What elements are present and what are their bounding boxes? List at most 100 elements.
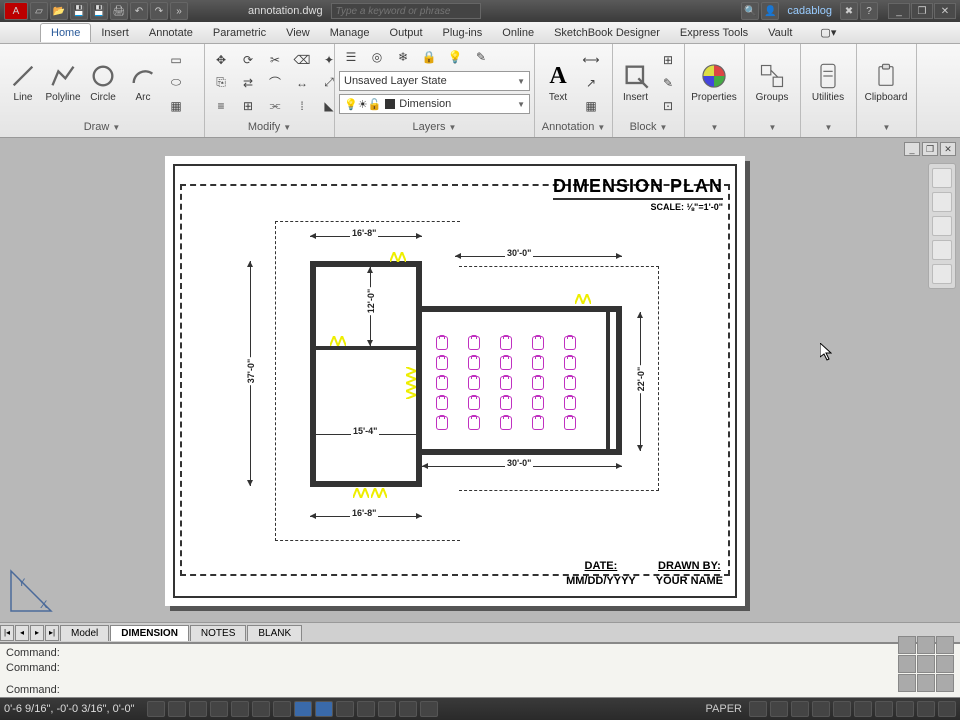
tab-plugins[interactable]: Plug-ins [433, 24, 493, 42]
panel-label-properties[interactable]: ▼ [689, 119, 740, 135]
panel-label-modify[interactable]: Modify▼ [209, 119, 330, 135]
layer-lock-icon[interactable]: 🔒 [417, 46, 441, 68]
wpad-cell[interactable] [917, 655, 935, 673]
layer-off-icon[interactable]: 💡 [443, 46, 467, 68]
status-grid-icon[interactable] [189, 701, 207, 717]
tab-sketchbook[interactable]: SketchBook Designer [544, 24, 670, 42]
stretch-icon[interactable]: ↔ [290, 72, 314, 94]
block-create-icon[interactable]: ⊞ [656, 49, 680, 71]
leader-icon[interactable]: ↗ [579, 72, 603, 94]
fillet-icon[interactable]: ⌒ [263, 72, 287, 94]
wpad-cell[interactable] [917, 636, 935, 654]
qat-saveas-icon[interactable]: 💾 [90, 2, 108, 20]
command-prompt[interactable]: Command: [6, 683, 954, 698]
insert-button[interactable]: Insert [617, 52, 654, 114]
block-edit-icon[interactable]: ✎ [656, 72, 680, 94]
tab-output[interactable]: Output [380, 24, 433, 42]
status-dyn-icon[interactable] [336, 701, 354, 717]
tab-annotate[interactable]: Annotate [139, 24, 203, 42]
panel-label-annotation[interactable]: Annotation▼ [539, 119, 608, 135]
tab-insert[interactable]: Insert [91, 24, 139, 42]
tab-home[interactable]: Home [40, 23, 91, 42]
nav-showmotion-icon[interactable] [932, 264, 952, 284]
status-clean-icon[interactable] [938, 701, 956, 717]
tab-nav-last-icon[interactable]: ▸| [45, 625, 59, 641]
window-minimize-icon[interactable]: _ [888, 3, 910, 19]
search-icon[interactable]: 🔍 [741, 2, 759, 20]
line-button[interactable]: Line [4, 52, 42, 114]
status-osnap-icon[interactable] [252, 701, 270, 717]
doc-restore-icon[interactable]: ❐ [922, 142, 938, 156]
erase-icon[interactable]: ⌫ [290, 49, 314, 71]
space-indicator[interactable]: PAPER [706, 703, 742, 715]
panel-label-groups[interactable]: ▼ [749, 119, 796, 135]
wpad-cell[interactable] [898, 636, 916, 654]
layout-tab-notes[interactable]: NOTES [190, 625, 246, 641]
status-sc-icon[interactable] [420, 701, 438, 717]
offset-icon[interactable]: ≡ [209, 95, 233, 117]
status-ortho-icon[interactable] [210, 701, 228, 717]
window-close-icon[interactable]: ✕ [934, 3, 956, 19]
exchange-icon[interactable]: ✖ [840, 2, 858, 20]
groups-button[interactable]: Groups [749, 52, 795, 114]
qat-plot-icon[interactable]: 🖨 [110, 2, 128, 20]
panel-label-draw[interactable]: Draw▼ [4, 119, 200, 135]
tab-featured[interactable]: ▢▾ [810, 23, 846, 42]
rotate-icon[interactable]: ⟳ [236, 49, 260, 71]
tab-nav-next-icon[interactable]: ▸ [30, 625, 44, 641]
status-annoscale-icon[interactable] [812, 701, 830, 717]
tab-nav-first-icon[interactable]: |◂ [0, 625, 14, 641]
status-tpy-icon[interactable] [378, 701, 396, 717]
block-attr-icon[interactable]: ⊡ [656, 95, 680, 117]
tab-manage[interactable]: Manage [320, 24, 380, 42]
circle-button[interactable]: Circle [84, 52, 122, 114]
panel-label-utilities[interactable]: ▼ [805, 119, 852, 135]
arc-button[interactable]: Arc [124, 52, 162, 114]
status-ws-icon[interactable] [854, 701, 872, 717]
nav-wheel-icon[interactable] [932, 168, 952, 188]
status-qp-icon[interactable] [399, 701, 417, 717]
wpad-cell[interactable] [917, 674, 935, 692]
wpad-cell[interactable] [936, 636, 954, 654]
mirror-icon[interactable]: ⇄ [236, 72, 260, 94]
nav-orbit-icon[interactable] [932, 240, 952, 260]
wpad-cell[interactable] [936, 655, 954, 673]
ellipse-icon[interactable]: ⬭ [164, 72, 188, 94]
status-polar-icon[interactable] [231, 701, 249, 717]
panel-label-clipboard[interactable]: ▼ [861, 119, 912, 135]
trim-icon[interactable]: ✂ [263, 49, 287, 71]
status-otrack-icon[interactable] [294, 701, 312, 717]
panel-label-block[interactable]: Block▼ [617, 119, 680, 135]
status-hw-icon[interactable] [896, 701, 914, 717]
layout-tab-blank[interactable]: BLANK [247, 625, 302, 641]
text-button[interactable]: AText [539, 52, 577, 114]
polyline-button[interactable]: Polyline [44, 52, 82, 114]
signin-icon[interactable]: 👤 [761, 2, 779, 20]
layer-iso-icon[interactable]: ◎ [365, 46, 389, 68]
clipboard-button[interactable]: Clipboard [861, 52, 911, 114]
tab-online[interactable]: Online [492, 24, 544, 42]
username[interactable]: cadablog [787, 5, 832, 17]
command-window[interactable]: Command: Command: Command: [0, 642, 960, 698]
tab-parametric[interactable]: Parametric [203, 24, 276, 42]
rectangle-icon[interactable]: ▭ [164, 49, 188, 71]
wpad-cell[interactable] [936, 674, 954, 692]
doc-minimize-icon[interactable]: _ [904, 142, 920, 156]
status-snap-icon[interactable] [168, 701, 186, 717]
status-lwt-icon[interactable] [357, 701, 375, 717]
array-icon[interactable]: ⊞ [236, 95, 260, 117]
copy-icon[interactable]: ⎘ [209, 72, 233, 94]
status-qlayout-icon[interactable] [791, 701, 809, 717]
layout-tab-dimension[interactable]: DIMENSION [110, 625, 189, 641]
help-search-input[interactable] [331, 3, 481, 19]
panel-label-layers[interactable]: Layers▼ [339, 119, 530, 135]
qat-redo-icon[interactable]: ↷ [150, 2, 168, 20]
nav-zoom-icon[interactable] [932, 216, 952, 236]
qat-new-icon[interactable]: ▱ [30, 2, 48, 20]
status-iso-icon[interactable] [917, 701, 935, 717]
layer-match-icon[interactable]: ✎ [469, 46, 493, 68]
status-model-icon[interactable] [749, 701, 767, 717]
layer-current-combo[interactable]: 💡 ☀ 🔓 Dimension▼ [339, 94, 530, 114]
nav-pan-icon[interactable] [932, 192, 952, 212]
coordinates-readout[interactable]: 0'-6 9/16", -0'-0 3/16", 0'-0" [4, 703, 144, 715]
